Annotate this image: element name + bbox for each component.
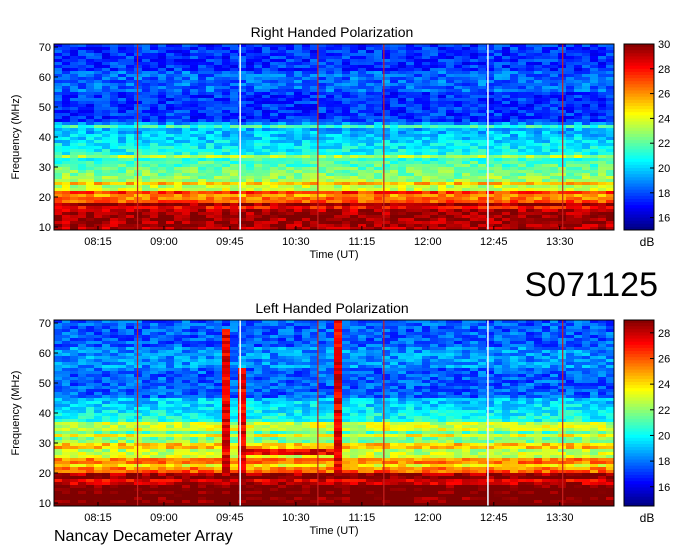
y-tick-label: 40 — [39, 132, 51, 144]
y-tick-label: 30 — [39, 438, 51, 450]
y-tick-label: 50 — [39, 102, 51, 114]
x-axis-label: Time (UT) — [309, 249, 358, 261]
colorbar-label: dB — [640, 235, 655, 249]
colorbar-tick-label: 28 — [658, 64, 670, 76]
x-tick-label: 12:45 — [480, 236, 508, 248]
x-tick-label: 08:15 — [84, 236, 112, 248]
colorbar-tick-label: 20 — [658, 163, 670, 175]
colorbar-label: dB — [640, 511, 655, 525]
x-tick-label: 12:45 — [480, 512, 508, 524]
x-tick-label: 08:15 — [84, 512, 112, 524]
y-tick-label: 10 — [39, 498, 51, 510]
y-axis-label: Frequency (MHz) — [10, 371, 22, 456]
colorbar-tick-label: 26 — [658, 89, 670, 101]
y-tick-label: 40 — [39, 408, 51, 420]
x-tick-label: 10:30 — [282, 236, 310, 248]
colorbar-tick-label: 16 — [658, 213, 670, 225]
colorbar-tick-label: 16 — [658, 482, 670, 494]
colorbar — [624, 44, 654, 231]
x-tick-label: 13:30 — [546, 512, 574, 524]
x-tick-label: 09:00 — [150, 512, 178, 524]
x-axis-label: Time (UT) — [309, 525, 358, 537]
x-tick-label: 10:30 — [282, 512, 310, 524]
colorbar-tick-label: 18 — [658, 456, 670, 468]
x-tick-label: 11:15 — [348, 512, 375, 524]
colorbar-tick-label: 20 — [658, 430, 670, 442]
colorbar-tick-label: 24 — [658, 113, 670, 125]
colorbar-tick-label: 26 — [658, 353, 670, 365]
colorbar-tick-label: 28 — [658, 328, 670, 340]
colorbar — [624, 320, 654, 507]
instrument-label: Nancay Decameter Array — [54, 528, 233, 545]
y-axis-label: Frequency (MHz) — [10, 95, 22, 180]
y-tick-label: 20 — [39, 192, 51, 204]
y-tick-label: 20 — [39, 468, 51, 480]
colorbar-tick-label: 18 — [658, 188, 670, 200]
colorbar-tick-label: 24 — [658, 379, 670, 391]
x-tick-label: 09:45 — [216, 236, 244, 248]
y-tick-label: 70 — [39, 318, 51, 330]
y-tick-label: 60 — [39, 72, 51, 84]
y-tick-label: 60 — [39, 348, 51, 360]
x-tick-label: 09:00 — [150, 236, 178, 248]
x-tick-label: 12:00 — [414, 236, 442, 248]
x-tick-label: 11:15 — [348, 236, 375, 248]
colorbar-tick-label: 22 — [658, 138, 670, 150]
y-tick-label: 10 — [39, 222, 51, 234]
y-tick-label: 70 — [39, 42, 51, 54]
y-tick-label: 30 — [39, 162, 51, 174]
left-polarization-dynamic-spectrum: 10 20 30 40 50 60 70 08:15 09:00 09:45 10:30 11:15 1… — [10, 318, 670, 537]
x-tick-label: 09:45 — [216, 512, 244, 524]
colorbar-tick-label: 22 — [658, 405, 670, 417]
right-polarization-dynamic-spectrum: 10 20 30 40 50 60 70 08:15 09:00 09:45 10:30 11:15 1… — [10, 39, 670, 261]
colorbar-tick-label: 30 — [658, 39, 670, 51]
x-tick-label: 13:30 — [546, 236, 574, 248]
x-tick-label: 12:00 — [414, 512, 442, 524]
y-tick-label: 50 — [39, 378, 51, 390]
